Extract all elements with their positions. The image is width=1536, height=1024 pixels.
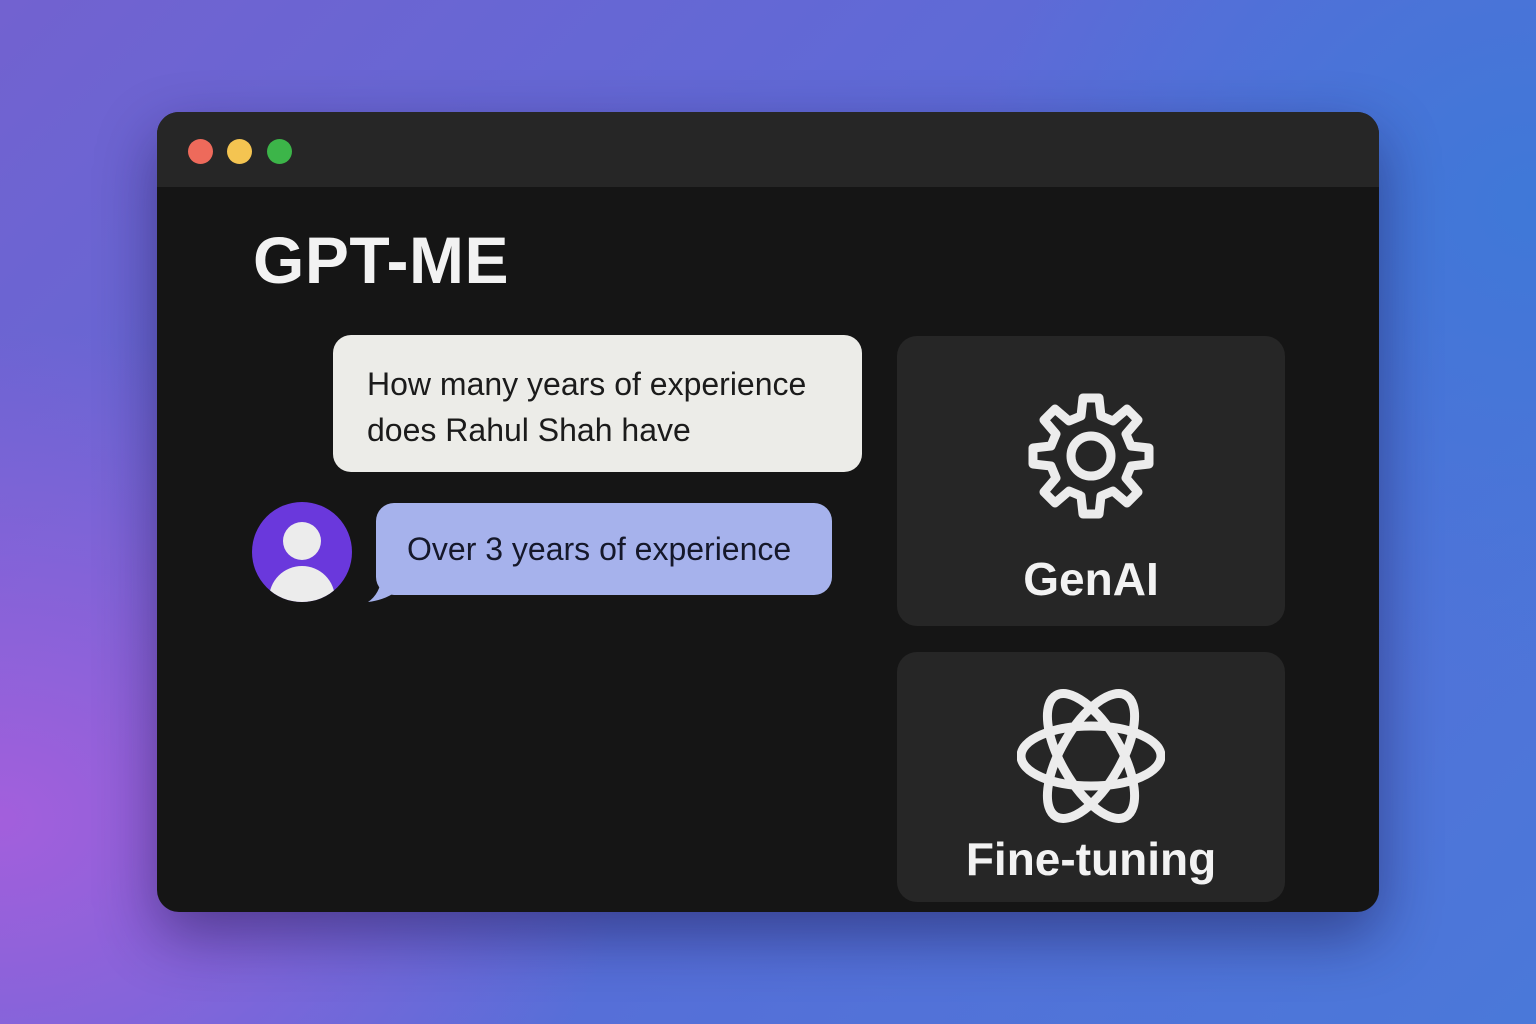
- genai-card[interactable]: GenAI: [897, 336, 1285, 626]
- gear-icon: [1028, 393, 1154, 519]
- assistant-answer-bubble: Over 3 years of experience: [376, 503, 832, 595]
- app-title: GPT-ME: [253, 223, 510, 297]
- user-question-bubble: How many years of experience does Rahul …: [333, 335, 862, 472]
- app-window: GPT-ME How many years of experience does…: [157, 112, 1379, 912]
- avatar-head: [283, 522, 321, 560]
- fine-tuning-label: Fine-tuning: [965, 833, 1217, 885]
- title-bar: [157, 112, 1379, 187]
- user-avatar-icon: [252, 502, 352, 602]
- atom-icon: [1017, 689, 1165, 823]
- close-window-button[interactable]: [188, 139, 213, 164]
- zoom-window-button[interactable]: [267, 139, 292, 164]
- fine-tuning-card[interactable]: Fine-tuning: [897, 652, 1285, 902]
- genai-label: GenAI: [1023, 553, 1159, 605]
- minimize-window-button[interactable]: [227, 139, 252, 164]
- avatar-body: [269, 566, 335, 602]
